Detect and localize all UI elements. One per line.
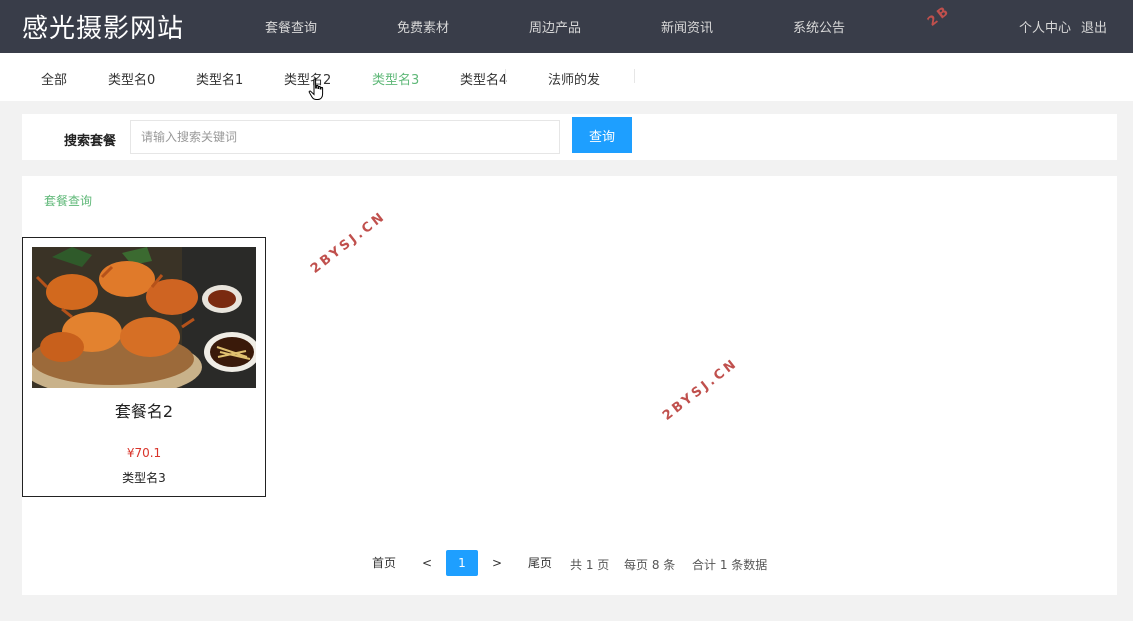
- category-type-4[interactable]: 类型名4: [460, 69, 507, 88]
- search-input[interactable]: [130, 120, 560, 154]
- section-title: 套餐查询: [44, 194, 93, 208]
- pagination-last[interactable]: 尾页: [518, 550, 562, 576]
- top-header: 感光摄影网站 套餐查询 免费素材 周边产品 新闻资讯 系统公告 个人中心 退出: [0, 0, 1133, 53]
- category-custom[interactable]: 法师的发: [548, 69, 600, 88]
- category-all[interactable]: 全部: [41, 69, 67, 88]
- category-bar: 全部 类型名0 类型名1 类型名2 类型名3 类型名4 法师的发: [0, 53, 1133, 101]
- pagination-first[interactable]: 首页: [362, 550, 406, 576]
- nav-item-free-materials[interactable]: 免费素材: [397, 17, 449, 36]
- category-divider: [634, 69, 635, 83]
- search-label: 搜索套餐: [64, 134, 117, 149]
- product-image[interactable]: [32, 247, 256, 388]
- nav-item-merchandise[interactable]: 周边产品: [529, 17, 581, 36]
- search-bar: 搜索套餐 查询: [22, 114, 1117, 160]
- hand-pointer-icon: [308, 78, 324, 100]
- search-button[interactable]: 查询: [572, 117, 632, 153]
- category-type-0[interactable]: 类型名0: [108, 69, 155, 88]
- product-price: ¥70.1: [126, 446, 162, 460]
- pagination-per-page: 每页 8 条: [624, 558, 676, 572]
- logout-link[interactable]: 退出: [1081, 17, 1107, 36]
- main-content: 套餐查询 套餐名2 ¥70.1 类型名3 首页 < 1 > 尾页 共 1 页 每…: [22, 176, 1117, 595]
- product-name[interactable]: 套餐名2: [23, 398, 265, 422]
- category-type-3[interactable]: 类型名3: [372, 69, 419, 88]
- pagination-page-1[interactable]: 1: [446, 550, 478, 576]
- pagination-total-records: 合计 1 条数据: [692, 558, 768, 572]
- product-card[interactable]: 套餐名2 ¥70.1 类型名3: [22, 237, 266, 497]
- product-type: 类型名3: [122, 471, 166, 485]
- user-center-link[interactable]: 个人中心: [1019, 17, 1071, 36]
- nav-item-news[interactable]: 新闻资讯: [661, 17, 713, 36]
- nav-item-announcements[interactable]: 系统公告: [793, 17, 845, 36]
- pagination-next[interactable]: >: [484, 550, 510, 576]
- nav-item-package-query[interactable]: 套餐查询: [265, 17, 317, 36]
- category-divider: [505, 69, 506, 83]
- site-logo[interactable]: 感光摄影网站: [22, 8, 184, 45]
- crab-dish-photo: [32, 247, 256, 388]
- pagination-total-pages: 共 1 页: [570, 558, 610, 572]
- pagination-prev[interactable]: <: [414, 550, 440, 576]
- category-type-1[interactable]: 类型名1: [196, 69, 243, 88]
